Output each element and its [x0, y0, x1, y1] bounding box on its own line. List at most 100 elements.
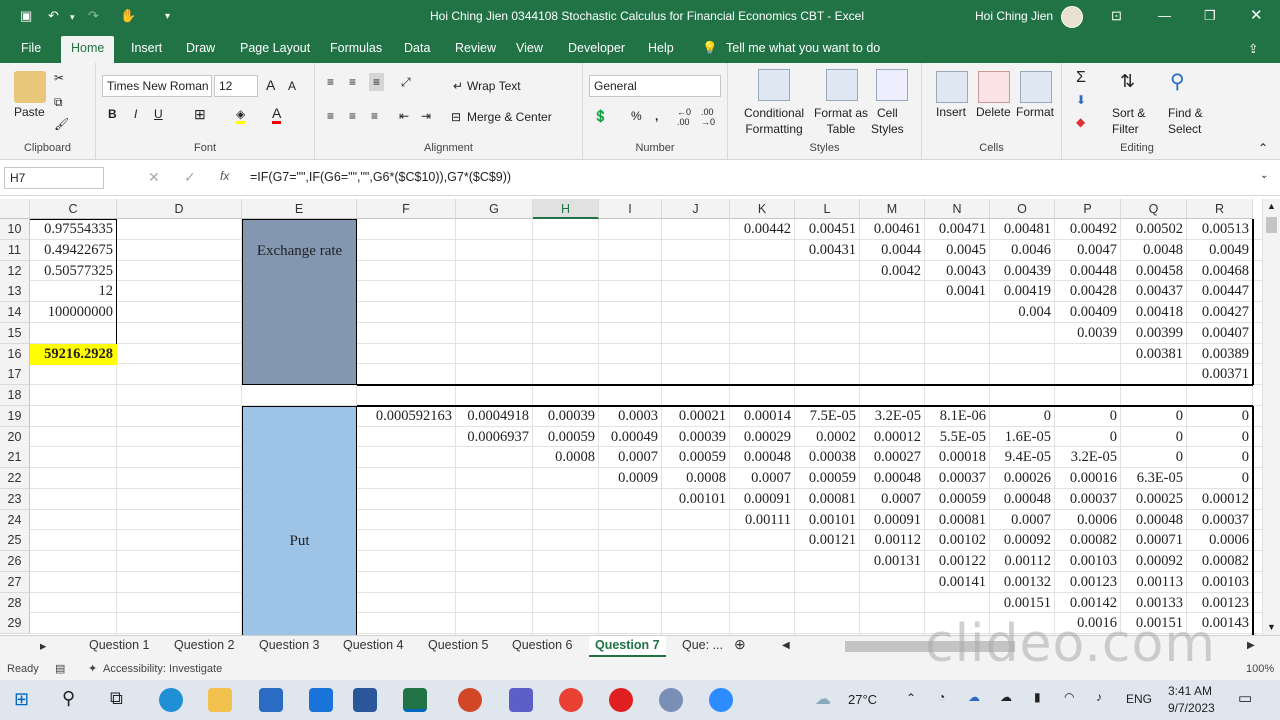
cell-q24[interactable]: 0.00048: [1121, 510, 1187, 531]
cell-m21[interactable]: 0.00027: [860, 447, 925, 468]
wifi-icon[interactable]: ◠: [1064, 690, 1074, 704]
cell-q10[interactable]: 0.00502: [1121, 219, 1187, 240]
tell-me-search[interactable]: Tell me what you want to do: [726, 41, 880, 55]
cell-n12[interactable]: 0.0043: [925, 261, 990, 282]
cell-l22[interactable]: 0.00059: [795, 468, 860, 489]
format-as-table-button[interactable]: Format as Table: [814, 105, 868, 137]
cell-q22[interactable]: 6.3E-05: [1121, 468, 1187, 489]
cell-l20[interactable]: 0.0002: [795, 427, 860, 448]
powerpoint-icon[interactable]: [458, 688, 482, 712]
scroll-down-icon[interactable]: ▼: [1267, 622, 1276, 632]
cell-o20[interactable]: 1.6E-05: [990, 427, 1055, 448]
cell-o14[interactable]: 0.004: [990, 302, 1055, 323]
cell-m19[interactable]: 3.2E-05: [860, 406, 925, 427]
merge-center-button[interactable]: Merge & Center: [467, 110, 552, 124]
column-header-c[interactable]: C: [30, 199, 117, 219]
cell-h19[interactable]: 0.00039: [533, 406, 599, 427]
edge-icon[interactable]: [159, 688, 183, 712]
cell-c10[interactable]: 0.97554335: [30, 219, 117, 240]
cell-l11[interactable]: 0.00431: [795, 240, 860, 261]
sort-filter-icon[interactable]: ⇅: [1120, 71, 1135, 92]
sheet-tab-question-2[interactable]: Question 2: [174, 638, 234, 652]
cell-c12[interactable]: 0.50577325: [30, 261, 117, 282]
row-header-29[interactable]: 29: [0, 613, 30, 635]
volume-icon[interactable]: ♪: [1096, 690, 1102, 704]
tab-data[interactable]: Data: [404, 41, 430, 55]
tab-view[interactable]: View: [516, 41, 543, 55]
battery-icon[interactable]: ▮: [1034, 690, 1041, 704]
merge-icon[interactable]: ⊟: [451, 110, 461, 124]
cell-p24[interactable]: 0.0006: [1055, 510, 1121, 531]
column-header-j[interactable]: J: [662, 199, 730, 219]
tab-review[interactable]: Review: [455, 41, 496, 55]
cell-h21[interactable]: 0.0008: [533, 447, 599, 468]
cell-q25[interactable]: 0.00071: [1121, 530, 1187, 551]
format-as-table-icon[interactable]: [826, 69, 858, 101]
cell-n23[interactable]: 0.00059: [925, 489, 990, 510]
cell-r15[interactable]: 0.00407: [1187, 323, 1253, 344]
format-painter-icon[interactable]: 🖌: [54, 117, 69, 131]
zoom-app-icon[interactable]: [709, 688, 733, 712]
cell-p22[interactable]: 0.00016: [1055, 468, 1121, 489]
cell-c13[interactable]: 12: [30, 281, 117, 302]
cell-l19[interactable]: 7.5E-05: [795, 406, 860, 427]
r-icon[interactable]: [659, 688, 683, 712]
font-color-icon[interactable]: A: [272, 105, 282, 124]
cell-k22[interactable]: 0.0007: [730, 468, 795, 489]
macro-record-icon[interactable]: ▤: [55, 662, 65, 675]
insert-function-icon[interactable]: fx: [220, 169, 229, 183]
comma-button[interactable]: ,: [655, 109, 658, 123]
row-header-11[interactable]: 11: [0, 239, 30, 261]
cell-n10[interactable]: 0.00471: [925, 219, 990, 240]
formula-input[interactable]: =IF(G7="",IF(G6="","",G6*($C$10)),G7*($C…: [250, 170, 511, 184]
cell-k21[interactable]: 0.00048: [730, 447, 795, 468]
sheet-tab-question-3[interactable]: Question 3: [259, 638, 319, 652]
tray-chevron-icon[interactable]: ⌃: [906, 691, 916, 705]
file-explorer-icon[interactable]: [208, 688, 232, 712]
cell-p28[interactable]: 0.00142: [1055, 593, 1121, 614]
share-icon[interactable]: ⇪: [1248, 41, 1258, 56]
cell-p14[interactable]: 0.00409: [1055, 302, 1121, 323]
cell-o13[interactable]: 0.00419: [990, 281, 1055, 302]
row-header-23[interactable]: 23: [0, 488, 30, 510]
row-header-28[interactable]: 28: [0, 592, 30, 614]
restore-icon[interactable]: ❐: [1204, 8, 1216, 24]
minimize-icon[interactable]: —: [1158, 8, 1171, 23]
row-header-25[interactable]: 25: [0, 530, 30, 552]
autosave-icon[interactable]: ▣: [20, 8, 32, 24]
column-header-n[interactable]: N: [925, 199, 990, 219]
insert-cells-icon[interactable]: [936, 71, 968, 103]
increase-decimal-icon[interactable]: ←0.00: [677, 107, 691, 127]
row-header-22[interactable]: 22: [0, 468, 30, 489]
close-icon[interactable]: ✕: [1250, 6, 1263, 24]
column-header-k[interactable]: K: [730, 199, 795, 219]
cell-i21[interactable]: 0.0007: [599, 447, 662, 468]
cell-l24[interactable]: 0.00101: [795, 510, 860, 531]
cell-styles-icon[interactable]: [876, 69, 908, 101]
cell-r11[interactable]: 0.0049: [1187, 240, 1253, 261]
cell-q29[interactable]: 0.00151: [1121, 613, 1187, 634]
cell-o25[interactable]: 0.00092: [990, 530, 1055, 551]
hscroll-right-icon[interactable]: ▶: [1247, 640, 1255, 651]
cell-m24[interactable]: 0.00091: [860, 510, 925, 531]
cell-r13[interactable]: 0.00447: [1187, 281, 1253, 302]
excel-icon[interactable]: [403, 688, 427, 712]
cell-q19[interactable]: 0: [1121, 406, 1187, 427]
cell-i20[interactable]: 0.00049: [599, 427, 662, 448]
cell-i22[interactable]: 0.0009: [599, 468, 662, 489]
column-header-d[interactable]: D: [117, 199, 242, 219]
cancel-entry-icon[interactable]: ✕: [148, 169, 160, 186]
ribbon-display-icon[interactable]: ⊡: [1111, 8, 1122, 24]
mail-icon[interactable]: [309, 688, 333, 712]
clock-date[interactable]: 9/7/2023: [1168, 701, 1215, 715]
cell-m25[interactable]: 0.00112: [860, 530, 925, 551]
shrink-font-icon[interactable]: A: [288, 79, 296, 93]
row-header-10[interactable]: 10: [0, 219, 30, 240]
cell-g19[interactable]: 0.0004918: [456, 406, 533, 427]
cell-r27[interactable]: 0.00103: [1187, 572, 1253, 593]
cell-o28[interactable]: 0.00151: [990, 593, 1055, 614]
cell-p20[interactable]: 0: [1055, 427, 1121, 448]
cell-p21[interactable]: 3.2E-05: [1055, 447, 1121, 468]
hscroll-left-icon[interactable]: ◀: [782, 640, 790, 651]
cell-g20[interactable]: 0.0006937: [456, 427, 533, 448]
